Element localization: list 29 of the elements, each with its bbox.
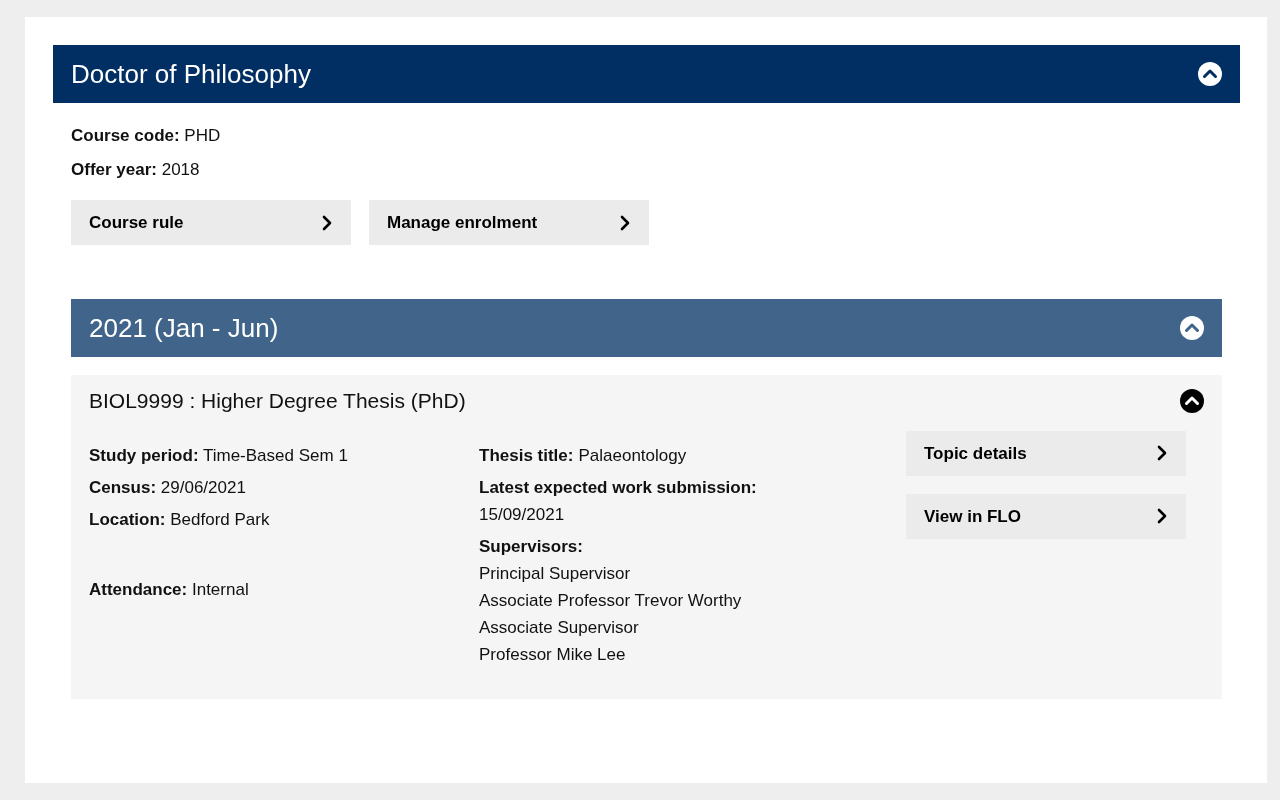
chevron-right-icon: [1156, 445, 1168, 461]
chevron-right-icon: [1156, 508, 1168, 524]
course-field: Offer year: 2018: [71, 156, 1222, 182]
field-value: Associate Professor Trevor Worthy: [479, 589, 743, 611]
topic-field: Census: 29/06/2021: [89, 476, 479, 498]
field-value: Palaeontology: [578, 444, 687, 466]
chevron-right-icon: [321, 214, 333, 231]
field-value: Principal Supervisor: [479, 562, 632, 584]
collapse-icon[interactable]: [1198, 62, 1222, 86]
field-value: Associate Supervisor: [479, 616, 640, 638]
topic-field: Location: Bedford Park: [89, 508, 479, 530]
field-value: Professor Mike Lee: [479, 643, 627, 665]
course-field: Course code: PHD: [71, 123, 1222, 149]
nav-button[interactable]: Course rule: [71, 200, 351, 245]
field-label: Thesis title:: [479, 444, 574, 466]
topic-field: Attendance: Internal: [89, 578, 479, 600]
field-value: 15/09/2021: [479, 503, 566, 525]
collapse-icon[interactable]: [1180, 388, 1204, 413]
chevron-right-icon: [619, 214, 631, 231]
course-title: Doctor of Philosophy: [71, 57, 311, 91]
term-title: 2021 (Jan - Jun): [89, 311, 279, 345]
topic-field: Study period: Time-Based Sem 1: [89, 444, 479, 466]
nav-button[interactable]: Manage enrolment: [369, 200, 649, 245]
nav-button[interactable]: View in FLO: [906, 493, 1186, 539]
nav-button[interactable]: Topic details: [906, 430, 1186, 476]
field-label: Latest expected work submission:: [479, 476, 758, 498]
topic-title: BIOL9999 : Higher Degree Thesis (PhD): [89, 388, 466, 414]
field-label: Supervisors:: [479, 535, 584, 557]
collapse-icon[interactable]: [1180, 316, 1204, 340]
